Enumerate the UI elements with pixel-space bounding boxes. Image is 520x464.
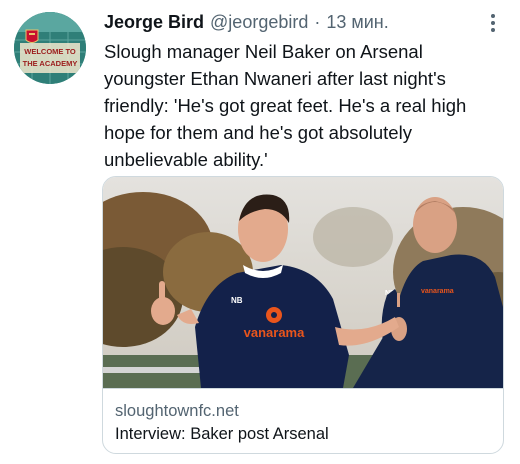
avatar-sign-line-1: WELCOME TO (24, 47, 76, 56)
author-name[interactable]: Jeorge Bird (104, 10, 204, 34)
tweet-header: Jeorge Bird @jeorgebird · 13 мин. (104, 10, 389, 34)
avatar-sign-line-2: THE ACADEMY (23, 59, 78, 68)
link-card[interactable]: vanarama NB vanarama NB sloughtownfc.net (102, 176, 504, 454)
header-separator: · (314, 12, 321, 32)
rear-shirt-sponsor: vanarama (421, 288, 454, 295)
avatar[interactable]: WELCOME TO THE ACADEMY (14, 12, 86, 84)
svg-text:NB: NB (231, 296, 243, 305)
timestamp[interactable]: 13 мин. (326, 10, 388, 34)
front-shirt-sponsor: vanarama (244, 325, 305, 340)
card-title[interactable]: Interview: Baker post Arsenal (115, 424, 329, 444)
author-handle[interactable]: @jeorgebird (210, 10, 308, 34)
arsenal-crest-icon (25, 29, 39, 43)
tweet-text: Slough manager Neil Baker on Arsenal you… (104, 41, 467, 170)
more-vertical-icon[interactable] (482, 10, 504, 36)
card-domain[interactable]: sloughtownfc.net (115, 401, 239, 421)
avatar-image: WELCOME TO THE ACADEMY (14, 12, 86, 84)
card-image: vanarama NB vanarama NB (103, 177, 503, 389)
tweet[interactable]: WELCOME TO THE ACADEMY Jeorge Bird @jeor… (0, 0, 520, 464)
